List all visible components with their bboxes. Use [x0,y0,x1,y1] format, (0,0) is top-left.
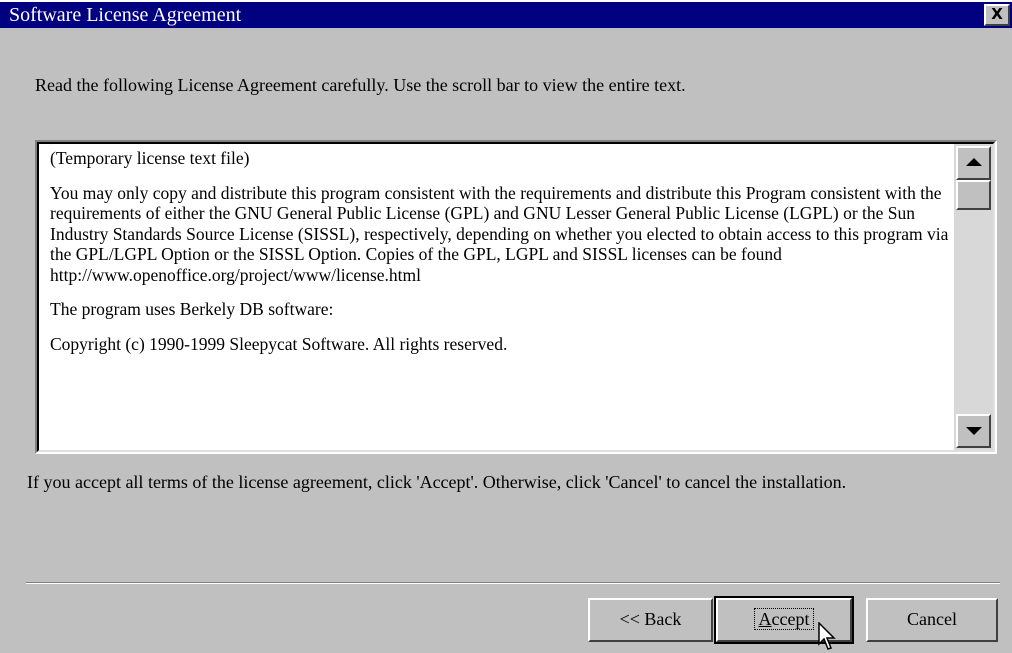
license-text-box[interactable]: (Temporary license text file) You may on… [35,140,997,454]
license-paragraph: Copyright (c) 1990-1999 Sleepycat Softwa… [50,333,508,354]
license-paragraph: (Temporary license text file) [50,148,250,168]
scroll-down-button[interactable] [956,414,991,448]
scroll-up-arrow-icon [965,158,982,166]
title-bar: Software License Agreement X [0,0,1012,28]
license-text: (Temporary license text file) You may on… [50,148,955,354]
accept-prompt: If you accept all terms of the license a… [27,472,847,492]
instruction-text: Read the following License Agreement car… [35,75,686,95]
back-button[interactable]: << Back [588,598,713,642]
license-paragraph: The program uses Berkely DB software: [50,299,334,319]
vertical-scrollbar[interactable] [954,144,993,450]
cancel-button[interactable]: Cancel [866,598,998,642]
accept-button-label: Accept [753,608,815,630]
close-icon: X [991,5,1003,23]
scrollbar-thumb[interactable] [956,180,991,210]
scroll-down-arrow-icon [965,427,982,435]
scroll-up-button[interactable] [956,146,991,180]
license-paragraph: You may only copy and distribute this pr… [50,182,949,285]
separator [26,582,1000,584]
mouse-pointer-icon [818,622,836,650]
window-title: Software License Agreement [9,4,242,26]
close-button[interactable]: X [984,4,1010,26]
